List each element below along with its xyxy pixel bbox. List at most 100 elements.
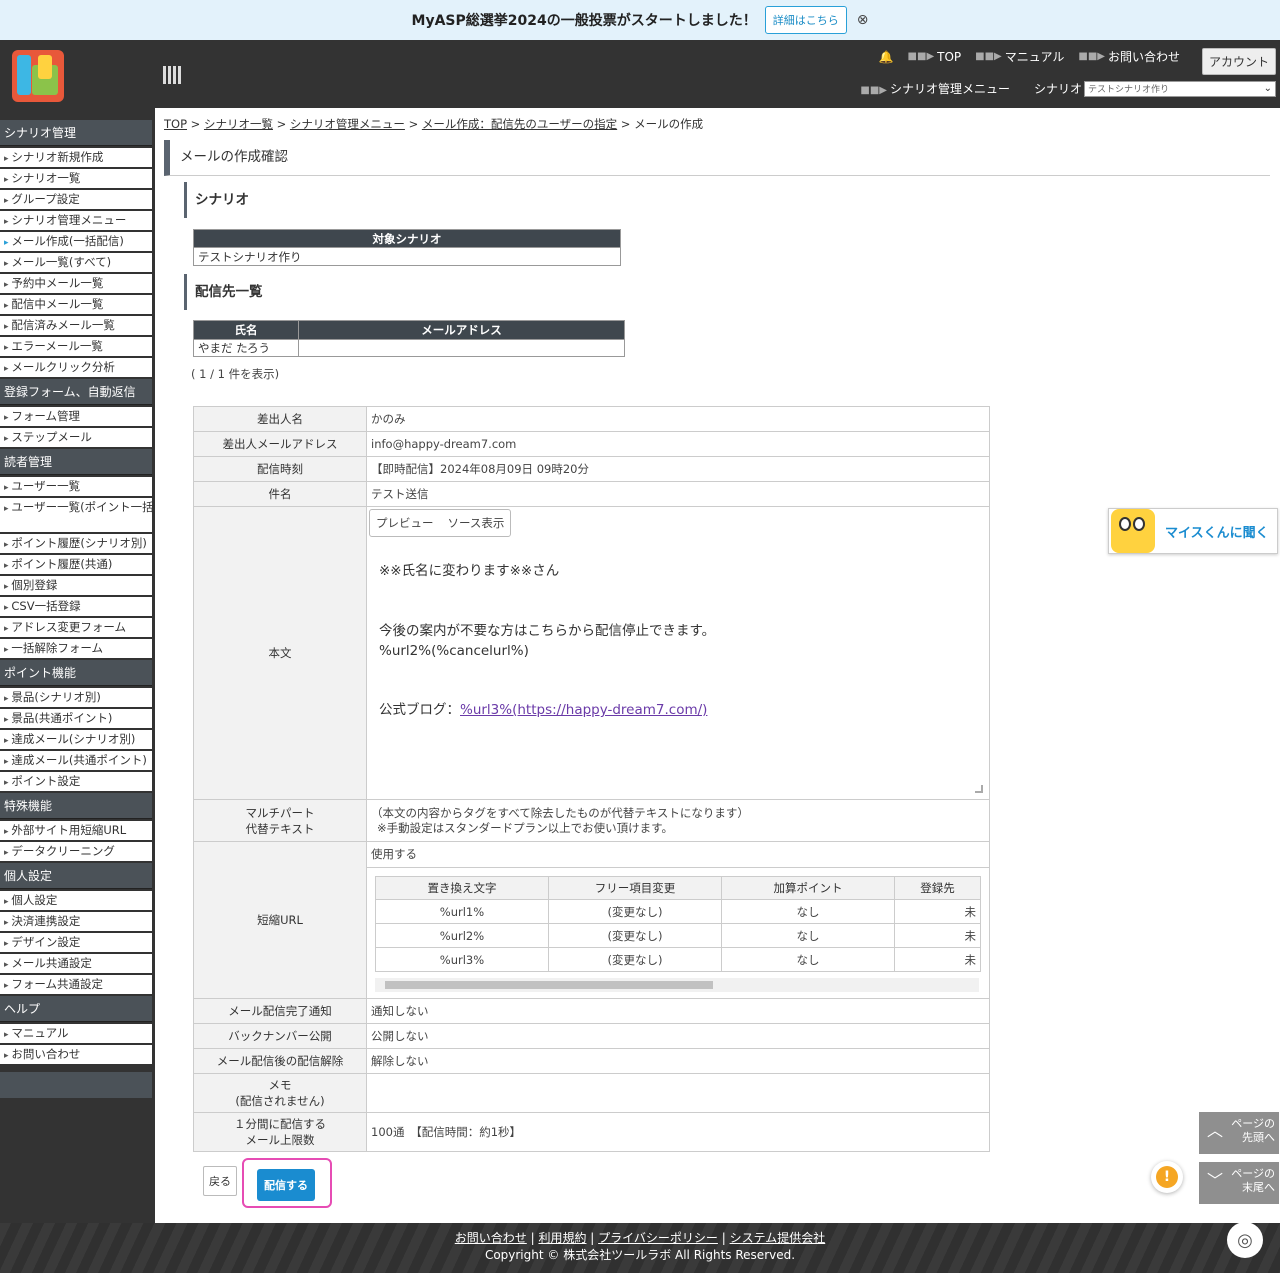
tab-source[interactable]: ソース表示 bbox=[448, 516, 505, 530]
blog-link[interactable]: %url3%(https://happy-dream7.com/) bbox=[460, 702, 707, 718]
alert-icon[interactable]: ! bbox=[1151, 1161, 1183, 1193]
sidebar-item[interactable]: 予約中メール一覧 bbox=[0, 274, 152, 293]
page-end-button[interactable]: ﹀ ページの 末尾へ bbox=[1199, 1162, 1279, 1204]
sidebar-section-title: ポイント機能 bbox=[0, 660, 152, 686]
sidebar-item[interactable]: メールクリック分析 bbox=[0, 358, 152, 377]
sidebar-item[interactable]: メール作成(一括配信) bbox=[0, 232, 152, 251]
body-line-3: %url2%(%cancelurl%) bbox=[379, 643, 529, 659]
announcement-banner: MyASP総選挙2024の一般投票がスタートしました！ 詳細はこちら ⊗ bbox=[0, 0, 1280, 40]
sidebar-footer bbox=[0, 1072, 152, 1098]
body-line-1: ※※氏名に変わります※※さん bbox=[379, 563, 560, 579]
limit-label: １分間に配信する メール上限数 bbox=[193, 1112, 367, 1152]
horizontal-scrollbar[interactable] bbox=[375, 978, 979, 992]
tab-preview[interactable]: プレビュー bbox=[376, 516, 434, 530]
sidebar-item[interactable]: ユーザー一覧 bbox=[0, 477, 152, 496]
multipart-text: （本文の内容からタグをすべて除去したものが代替テキストになります） ※手動設定はス… bbox=[366, 799, 990, 842]
sidebar-section-title: 個人設定 bbox=[0, 863, 152, 889]
copyright: Copyright © 株式会社ツールラボ All Rights Reserve… bbox=[484, 1248, 796, 1262]
sidebar-item[interactable]: グループ設定 bbox=[0, 190, 152, 209]
sidebar-item[interactable]: フォーム共通設定 bbox=[0, 975, 152, 994]
sidebar-item[interactable]: アドレス変更フォーム bbox=[0, 618, 152, 637]
unsub-label: メール配信後の配信解除 bbox=[193, 1048, 367, 1074]
sidebar-item[interactable]: お問い合わせ bbox=[0, 1045, 152, 1064]
sender-name-label: 差出人名 bbox=[193, 406, 367, 432]
sidebar-item[interactable]: ユーザー一覧(ポイント一括操作) bbox=[0, 498, 152, 532]
breadcrumb-scenario-menu[interactable]: シナリオ管理メニュー bbox=[290, 117, 405, 131]
sidebar-item[interactable]: 景品(シナリオ別) bbox=[0, 688, 152, 707]
sidebar-item[interactable]: シナリオ管理メニュー bbox=[0, 211, 152, 230]
body-line-2: 今後の案内が不要な方はこちらから配信停止できます。 bbox=[379, 623, 716, 639]
page-top-button[interactable]: ︿ ページの 先頭へ bbox=[1199, 1112, 1279, 1154]
sidebar-item[interactable]: ポイント履歴(シナリオ別) bbox=[0, 534, 152, 553]
time-label: 配信時刻 bbox=[193, 456, 367, 482]
scenario-menu-link[interactable]: ■■▶ シナリオ管理メニュー bbox=[860, 80, 1010, 97]
breadcrumb-mail-dest[interactable]: メール作成：配信先のユーザーの指定 bbox=[422, 117, 617, 131]
sidebar-item[interactable]: ポイント設定 bbox=[0, 772, 152, 791]
sidebar-item[interactable]: 配信中メール一覧 bbox=[0, 295, 152, 314]
sidebar-item[interactable]: 配信済みメール一覧 bbox=[0, 316, 152, 335]
sidebar-item[interactable]: 達成メール(共通ポイント) bbox=[0, 751, 152, 770]
nav-manual[interactable]: ■■▶ マニュアル bbox=[975, 48, 1064, 65]
sidebar-item[interactable]: 一括解除フォーム bbox=[0, 639, 152, 658]
chat-icon[interactable]: ◎ bbox=[1227, 1222, 1263, 1258]
sidebar-item[interactable]: 個人設定 bbox=[0, 891, 152, 910]
header: 🔔 ■■▶ TOP ■■▶ マニュアル ■■▶ お問い合わせ アカウント ■■▶ シナリ… bbox=[0, 40, 1280, 108]
scenario-select[interactable]: テストシナリオ作り ⌄ bbox=[1084, 80, 1276, 97]
back-button[interactable]: 戻る bbox=[203, 1166, 237, 1196]
app-logo[interactable] bbox=[12, 50, 64, 102]
scrollbar-thumb[interactable] bbox=[385, 981, 713, 989]
sidebar-item[interactable]: CSV一括登録 bbox=[0, 597, 152, 616]
footer-contact-link[interactable]: お問い合わせ bbox=[455, 1231, 527, 1245]
send-time: 【即時配信】2024年08月09日 09時20分 bbox=[366, 456, 990, 482]
body-line-4-prefix: 公式ブログ： bbox=[379, 702, 460, 718]
short-col-1: 置き換え文字 bbox=[375, 876, 549, 900]
sidebar-item[interactable]: シナリオ新規作成 bbox=[0, 148, 152, 167]
send-button[interactable]: 配信する bbox=[257, 1169, 315, 1201]
chevron-up-icon: ︿ bbox=[1207, 1121, 1224, 1140]
bell-icon[interactable]: 🔔 bbox=[879, 50, 894, 64]
footer-terms-link[interactable]: 利用規約 bbox=[538, 1231, 586, 1245]
ask-mascot-button[interactable]: マイスくんに聞く bbox=[1108, 508, 1278, 554]
banner-details-button[interactable]: 詳細はこちら bbox=[764, 6, 847, 34]
account-button[interactable]: アカウント bbox=[1201, 48, 1276, 75]
qr-code-icon[interactable] bbox=[163, 66, 181, 84]
sidebar-item[interactable]: フォーム管理 bbox=[0, 407, 152, 426]
send-highlight: 配信する bbox=[242, 1158, 332, 1208]
sidebar-item[interactable]: 個別登録 bbox=[0, 576, 152, 595]
sender-name: かのみ bbox=[366, 406, 990, 432]
sidebar-item[interactable]: 達成メール(シナリオ別) bbox=[0, 730, 152, 749]
footer-privacy-link[interactable]: プライバシーポリシー bbox=[598, 1231, 718, 1245]
sidebar-item[interactable]: 景品(共通ポイント) bbox=[0, 709, 152, 728]
table-row: %url3% (変更なし) なし未 bbox=[375, 947, 981, 972]
table-row: %url1% (変更なし) なし未 bbox=[375, 899, 981, 924]
chevron-down-icon: ﹀ bbox=[1207, 1171, 1224, 1190]
nav-contact[interactable]: ■■▶ お問い合わせ bbox=[1078, 48, 1180, 65]
sub-nav: ■■▶ シナリオ管理メニュー シナリオ テストシナリオ作り ⌄ bbox=[860, 80, 1276, 97]
sidebar-item[interactable]: ポイント履歴(共通) bbox=[0, 555, 152, 574]
sidebar-item[interactable]: メール共通設定 bbox=[0, 954, 152, 973]
subject-label: 件名 bbox=[193, 481, 367, 507]
chevron-down-icon: ⌄ bbox=[1263, 83, 1272, 94]
sidebar-item[interactable]: ステップメール bbox=[0, 428, 152, 447]
sidebar-item[interactable]: データクリーニング bbox=[0, 842, 152, 861]
breadcrumb-scenario-list[interactable]: シナリオ一覧 bbox=[204, 117, 273, 131]
dest-col-email: メールアドレス bbox=[298, 320, 625, 340]
sidebar-item[interactable]: 外部サイト用短縮URL bbox=[0, 821, 152, 840]
breadcrumb-top[interactable]: TOP bbox=[164, 117, 187, 131]
sidebar-item[interactable]: デザイン設定 bbox=[0, 933, 152, 952]
ask-label: マイスくんに聞く bbox=[1165, 525, 1269, 541]
banner-text: MyASP総選挙2024の一般投票がスタートしました！ bbox=[411, 13, 757, 29]
short-url-label: 短縮URL bbox=[193, 841, 367, 999]
sidebar-item[interactable]: マニュアル bbox=[0, 1024, 152, 1043]
close-icon[interactable]: ⊗ bbox=[857, 12, 869, 28]
dest-table: 氏名 メールアドレス やまだ たろう bbox=[193, 320, 625, 357]
sidebar-item[interactable]: 決済連携設定 bbox=[0, 912, 152, 931]
backnumber-label: バックナンバー公開 bbox=[193, 1023, 367, 1049]
sidebar-item[interactable]: メール一覧(すべて) bbox=[0, 253, 152, 272]
nav-top[interactable]: ■■▶ TOP bbox=[908, 50, 962, 64]
resize-handle-icon[interactable] bbox=[975, 785, 983, 793]
footer: お問い合わせ | 利用規約 | プライバシーポリシー | システム提供会社 Co… bbox=[0, 1223, 1280, 1273]
sidebar-item[interactable]: シナリオ一覧 bbox=[0, 169, 152, 188]
footer-provider-link[interactable]: システム提供会社 bbox=[730, 1231, 826, 1245]
sidebar-item[interactable]: エラーメール一覧 bbox=[0, 337, 152, 356]
